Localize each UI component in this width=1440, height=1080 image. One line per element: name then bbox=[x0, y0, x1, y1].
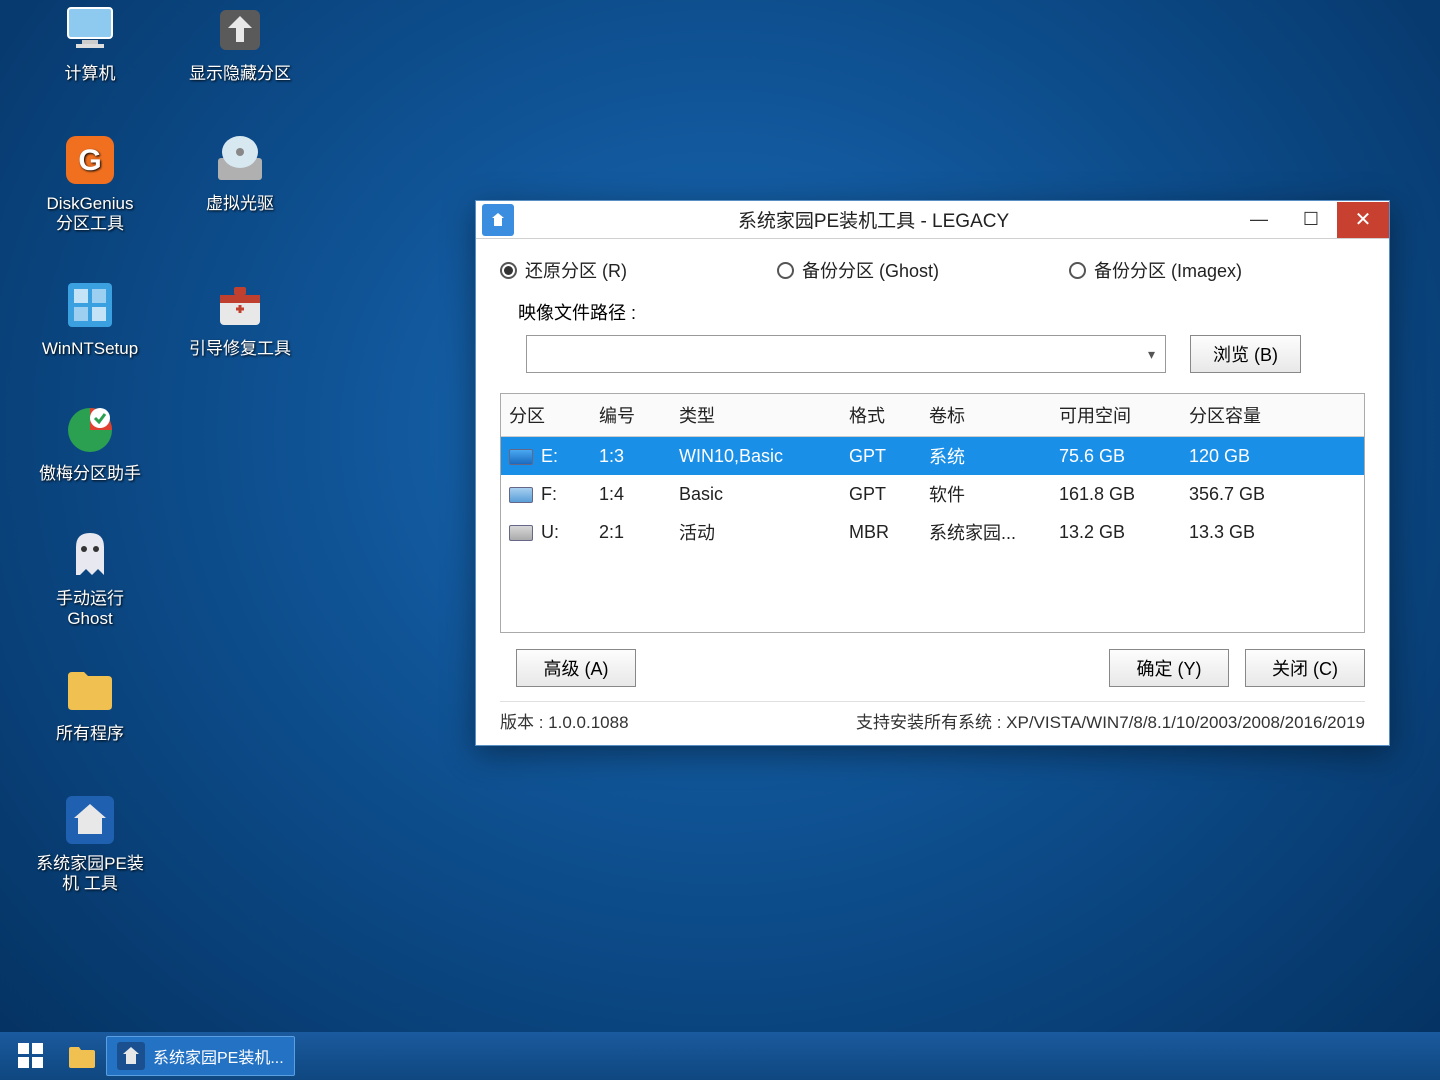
col-partition[interactable]: 分区 bbox=[501, 394, 591, 437]
icon-diskgenius[interactable]: G DiskGenius分区工具 bbox=[20, 130, 160, 250]
support-label: 支持安装所有系统 : XP/VISTA/WIN7/8/8.1/10/2003/2… bbox=[669, 708, 1365, 733]
table-row[interactable]: F:1:4BasicGPT软件161.8 GB356.7 GB bbox=[501, 475, 1364, 513]
image-path-combo[interactable]: ▾ bbox=[526, 335, 1166, 373]
arrow-icon bbox=[210, 0, 270, 60]
maximize-button[interactable]: ☐ bbox=[1285, 202, 1337, 238]
icon-pe-tool[interactable]: 系统家园PE装机 工具 bbox=[20, 790, 160, 910]
ghost-icon bbox=[60, 525, 120, 585]
icon-aomei[interactable]: 傲梅分区助手 bbox=[20, 400, 160, 520]
icon-show-hidden[interactable]: 显示隐藏分区 bbox=[170, 0, 310, 120]
browse-button[interactable]: 浏览 (B) bbox=[1190, 335, 1301, 373]
radio-backup-imagex[interactable]: 备份分区 (Imagex) bbox=[1069, 257, 1242, 283]
col-volume[interactable]: 卷标 bbox=[921, 394, 1051, 437]
close-button[interactable]: ✕ bbox=[1337, 202, 1389, 238]
radio-backup-ghost[interactable]: 备份分区 (Ghost) bbox=[777, 257, 939, 283]
folder-icon bbox=[60, 660, 120, 720]
window-body: 还原分区 (R) 备份分区 (Ghost) 备份分区 (Imagex) 映像文件… bbox=[476, 239, 1389, 745]
minimize-button[interactable]: — bbox=[1233, 202, 1285, 238]
titlebar[interactable]: 系统家园PE装机工具 - LEGACY — ☐ ✕ bbox=[476, 201, 1389, 239]
icon-label: 显示隐藏分区 bbox=[189, 64, 291, 84]
icon-label: DiskGenius分区工具 bbox=[47, 194, 134, 233]
cancel-button[interactable]: 关闭 (C) bbox=[1245, 649, 1365, 687]
col-format[interactable]: 格式 bbox=[841, 394, 921, 437]
pe-installer-window: 系统家园PE装机工具 - LEGACY — ☐ ✕ 还原分区 (R) 备份分区 … bbox=[475, 200, 1390, 746]
taskbar: 系统家园PE装机... bbox=[0, 1032, 1440, 1080]
radio-label: 备份分区 (Imagex) bbox=[1094, 257, 1242, 283]
table-row[interactable]: E:1:3WIN10,BasicGPT系统75.6 GB120 GB bbox=[501, 437, 1364, 476]
radio-icon bbox=[500, 262, 517, 279]
icon-boot-repair[interactable]: 引导修复工具 bbox=[170, 275, 310, 395]
radio-label: 备份分区 (Ghost) bbox=[802, 257, 939, 283]
table-row[interactable]: U:2:1活动MBR系统家园...13.2 GB13.3 GB bbox=[501, 513, 1364, 551]
icon-label: 所有程序 bbox=[56, 724, 124, 744]
icon-label: WinNTSetup bbox=[42, 339, 138, 359]
col-type[interactable]: 类型 bbox=[671, 394, 841, 437]
icon-label: 手动运行Ghost bbox=[56, 589, 124, 628]
ok-button[interactable]: 确定 (Y) bbox=[1109, 649, 1229, 687]
icon-label: 引导修复工具 bbox=[189, 339, 291, 359]
radio-icon bbox=[1069, 262, 1086, 279]
taskbar-app-label: 系统家园PE装机... bbox=[153, 1044, 284, 1068]
toolbox-icon bbox=[210, 275, 270, 335]
col-free[interactable]: 可用空间 bbox=[1051, 394, 1181, 437]
start-button[interactable] bbox=[4, 1036, 58, 1076]
partition-icon bbox=[60, 400, 120, 460]
icon-computer[interactable]: 计算机 bbox=[20, 0, 160, 120]
icon-label: 虚拟光驱 bbox=[206, 194, 274, 214]
svg-text:G: G bbox=[78, 144, 101, 177]
col-number[interactable]: 编号 bbox=[591, 394, 671, 437]
drive-icon bbox=[509, 525, 533, 541]
taskbar-app-active[interactable]: 系统家园PE装机... bbox=[106, 1036, 295, 1076]
chevron-down-icon: ▾ bbox=[1148, 346, 1155, 363]
partition-table: 分区 编号 类型 格式 卷标 可用空间 分区容量 E:1:3WIN10,Basi… bbox=[500, 393, 1365, 633]
radio-restore[interactable]: 还原分区 (R) bbox=[500, 257, 627, 283]
image-path-label: 映像文件路径 : bbox=[518, 299, 636, 325]
icon-all-programs[interactable]: 所有程序 bbox=[20, 660, 160, 780]
icon-ghost[interactable]: 手动运行Ghost bbox=[20, 525, 160, 645]
status-bar: 版本 : 1.0.0.1088 支持安装所有系统 : XP/VISTA/WIN7… bbox=[500, 701, 1365, 737]
col-capacity[interactable]: 分区容量 bbox=[1181, 394, 1364, 437]
icon-label: 计算机 bbox=[65, 64, 116, 84]
monitor-icon bbox=[60, 0, 120, 60]
radio-icon bbox=[777, 262, 794, 279]
cd-drive-icon bbox=[210, 130, 270, 190]
house-icon bbox=[60, 790, 120, 850]
icon-winntsetup[interactable]: WinNTSetup bbox=[20, 275, 160, 395]
drive-icon bbox=[509, 487, 533, 503]
advanced-button[interactable]: 高级 (A) bbox=[516, 649, 636, 687]
app-icon bbox=[482, 204, 514, 236]
table-header-row: 分区 编号 类型 格式 卷标 可用空间 分区容量 bbox=[501, 394, 1364, 437]
icon-label: 系统家园PE装机 工具 bbox=[36, 854, 144, 893]
icon-label: 傲梅分区助手 bbox=[39, 464, 141, 484]
radio-label: 还原分区 (R) bbox=[525, 257, 627, 283]
version-label: 版本 : 1.0.0.1088 bbox=[500, 708, 629, 733]
disk-icon: G bbox=[60, 130, 120, 190]
setup-icon bbox=[60, 275, 120, 335]
icon-virtual-cd[interactable]: 虚拟光驱 bbox=[170, 130, 310, 250]
taskbar-explorer[interactable] bbox=[62, 1036, 102, 1076]
window-title: 系统家园PE装机工具 - LEGACY bbox=[514, 206, 1233, 233]
mode-radio-group: 还原分区 (R) 备份分区 (Ghost) 备份分区 (Imagex) bbox=[500, 257, 1365, 283]
drive-icon bbox=[509, 449, 533, 465]
